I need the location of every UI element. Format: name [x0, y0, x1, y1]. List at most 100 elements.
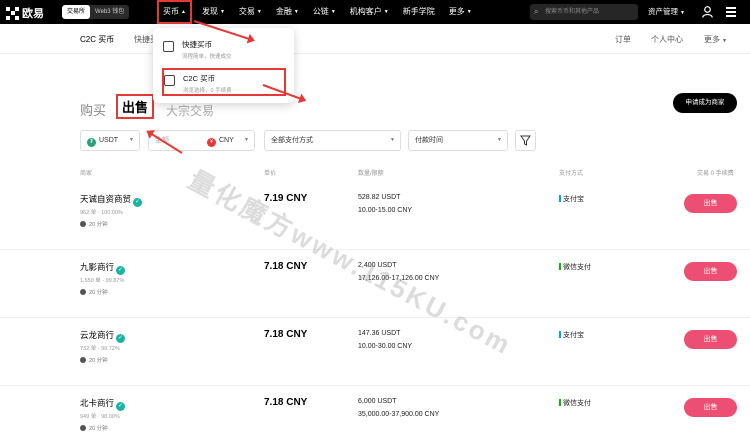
merchant-stats: 1,550 单 · 99.87%: [80, 278, 125, 284]
merchant-name[interactable]: 北卡商行 ✓: [80, 397, 126, 411]
orders-link[interactable]: 订单: [615, 34, 631, 45]
merchant-name[interactable]: 云龙商行 ✓: [80, 329, 126, 343]
tab-sell[interactable]: 出售: [116, 94, 155, 119]
nav-chain[interactable]: 公链 ▼: [309, 0, 340, 24]
sell-button[interactable]: 出售: [684, 262, 737, 281]
pay-time: 20 分钟: [80, 288, 108, 296]
verified-icon: ✓: [116, 402, 126, 411]
dropdown-c2c-buy[interactable]: C2C 买币 浏览选择，0 手续费: [162, 68, 286, 96]
payment-method: 微信支付: [559, 262, 591, 272]
nav-trade[interactable]: 交易 ▼: [235, 0, 266, 24]
unit-price: 7.18 CNY: [264, 397, 308, 408]
header-price: 单价: [264, 171, 277, 177]
clock-icon: [80, 289, 86, 295]
pay-time-text: 20 分钟: [89, 358, 108, 364]
unit-price: 7.19 CNY: [264, 193, 308, 204]
switch-web3-wallet[interactable]: Web3 钱包: [90, 5, 129, 19]
dropdown-item-title: 快捷买币: [182, 40, 212, 49]
order-limit: 10.00-15.00 CNY: [358, 207, 413, 214]
more-label: 更多: [704, 35, 720, 44]
pay-time: 20 分钟: [80, 220, 108, 228]
alipay-icon: [559, 331, 561, 338]
top-nav-bar: 欧易 交易所 Web3 钱包 买币 ▲ 发现 ▼ 交易 ▼ 金融 ▼ 公链 ▼ 机构客户 ▼…: [0, 0, 750, 24]
nav-more[interactable]: 更多 ▼: [445, 0, 476, 24]
profile-link[interactable]: 个人中心: [651, 34, 683, 45]
merchant-name-text: 天诚自资商贸: [80, 194, 132, 204]
unit-price: 7.18 CNY: [264, 261, 308, 272]
coin-value: USDT: [99, 137, 119, 144]
sell-button[interactable]: 出售: [684, 398, 737, 417]
header-limits: 数量/限额: [358, 171, 384, 177]
available-amount: 2,400 USDT: [358, 262, 397, 269]
order-limit: 17,126.00-17,126.00 CNY: [358, 275, 440, 282]
payment-text: 微信支付: [563, 264, 591, 271]
chevron-down-icon: ▼: [244, 137, 249, 143]
chevron-down-icon: ▼: [680, 10, 685, 16]
payment-time-select[interactable]: 付款时间 ▼: [408, 130, 508, 151]
nav-label: 交易: [238, 7, 255, 16]
merchant-name[interactable]: 天诚自资商贸 ✓: [80, 193, 143, 207]
nav-discover[interactable]: 发现 ▼: [198, 0, 229, 24]
nav-buy-crypto[interactable]: 买币 ▲: [157, 0, 192, 24]
sell-button[interactable]: 出售: [684, 330, 737, 349]
user-icon[interactable]: [702, 6, 713, 18]
switch-exchange[interactable]: 交易所: [62, 5, 91, 19]
nav-academy[interactable]: 新手学院: [399, 0, 439, 24]
wechat-pay-icon: [559, 399, 561, 406]
verified-icon: ✓: [133, 198, 143, 207]
merchant-name[interactable]: 九影商行 ✓: [80, 261, 126, 275]
nav-label: 机构客户: [349, 7, 382, 16]
filter-button[interactable]: [515, 130, 536, 151]
payment-method: 微信支付: [559, 398, 591, 408]
exchange-wallet-switch[interactable]: 交易所 Web3 钱包: [62, 5, 130, 19]
chevron-down-icon: ▼: [497, 137, 502, 143]
chevron-down-icon: ▼: [293, 9, 299, 15]
fiat-select[interactable]: ¥ CNY: [207, 131, 234, 150]
pay-time-text: 20 分钟: [89, 290, 108, 296]
chevron-down-icon: ▼: [390, 137, 395, 143]
tab-c2c-buy[interactable]: C2C 买币: [80, 34, 114, 45]
header-merchant: 商家: [80, 171, 93, 177]
available-amount: 6,000 USDT: [358, 398, 397, 405]
menu-icon[interactable]: [726, 7, 736, 17]
nav-label: 更多: [448, 7, 465, 16]
logo-mark-icon: [6, 6, 19, 20]
nav-label: 公链: [312, 7, 329, 16]
sub-nav: C2C 买币 快捷买币 订单 个人中心 更多 ▼: [0, 24, 750, 54]
wechat-pay-icon: [559, 263, 561, 270]
search-input[interactable]: ⌕ 搜索币币和其他产品: [530, 4, 638, 20]
table-row: 天诚自资商贸 ✓ 962 单 · 100.00% 20 分钟 7.19 CNY 5…: [0, 182, 750, 250]
asset-management-menu[interactable]: 资产管理 ▼: [648, 0, 685, 25]
chevron-up-icon: ▲: [181, 9, 186, 15]
nav-label: 金融: [275, 7, 292, 16]
apply-merchant-button[interactable]: 申请成为商家: [673, 93, 737, 113]
asset-label: 资产管理: [648, 7, 678, 16]
tab-buy[interactable]: 购买: [80, 100, 106, 119]
c2c-icon: [164, 75, 175, 86]
payment-text: 微信支付: [563, 400, 591, 407]
order-limit: 10.00-30.00 CNY: [358, 343, 413, 350]
pay-time-value: 付款时间: [415, 137, 443, 144]
cny-icon: ¥: [207, 138, 216, 147]
sell-button[interactable]: 出售: [684, 194, 737, 213]
table-row: 九影商行 ✓ 1,550 单 · 99.87% 20 分钟 7.18 CNY 2,…: [0, 250, 750, 318]
usdt-icon: ₮: [87, 138, 96, 147]
payment-text: 支付宝: [563, 332, 584, 339]
nav-label: 买币: [163, 7, 179, 16]
chevron-down-icon: ▼: [722, 38, 727, 44]
coin-select[interactable]: ₮ USDT ▼: [80, 130, 140, 151]
merchant-name-text: 云龙商行: [80, 330, 115, 340]
tab-block-trade[interactable]: 大宗交易: [166, 102, 214, 119]
more-link[interactable]: 更多 ▼: [704, 34, 727, 45]
nav-finance[interactable]: 金融 ▼: [272, 0, 303, 24]
dropdown-quick-buy[interactable]: 快捷买币 流程简单，快速成交: [163, 36, 283, 64]
chevron-down-icon: ▼: [466, 9, 472, 15]
table-row: 北卡商行 ✓ 949 单 · 98.00% 20 分钟 7.18 CNY 6,00…: [0, 386, 750, 440]
available-amount: 528.82 USDT: [358, 194, 401, 201]
okx-logo[interactable]: 欧易: [6, 5, 44, 21]
nav-institutional[interactable]: 机构客户 ▼: [346, 0, 393, 24]
dropdown-item-desc: 浏览选择，0 手续费: [183, 88, 232, 94]
pay-time-text: 20 分钟: [89, 222, 108, 228]
search-icon: ⌕: [534, 7, 539, 16]
payment-method-select[interactable]: 全部支付方式 ▼: [264, 130, 401, 151]
